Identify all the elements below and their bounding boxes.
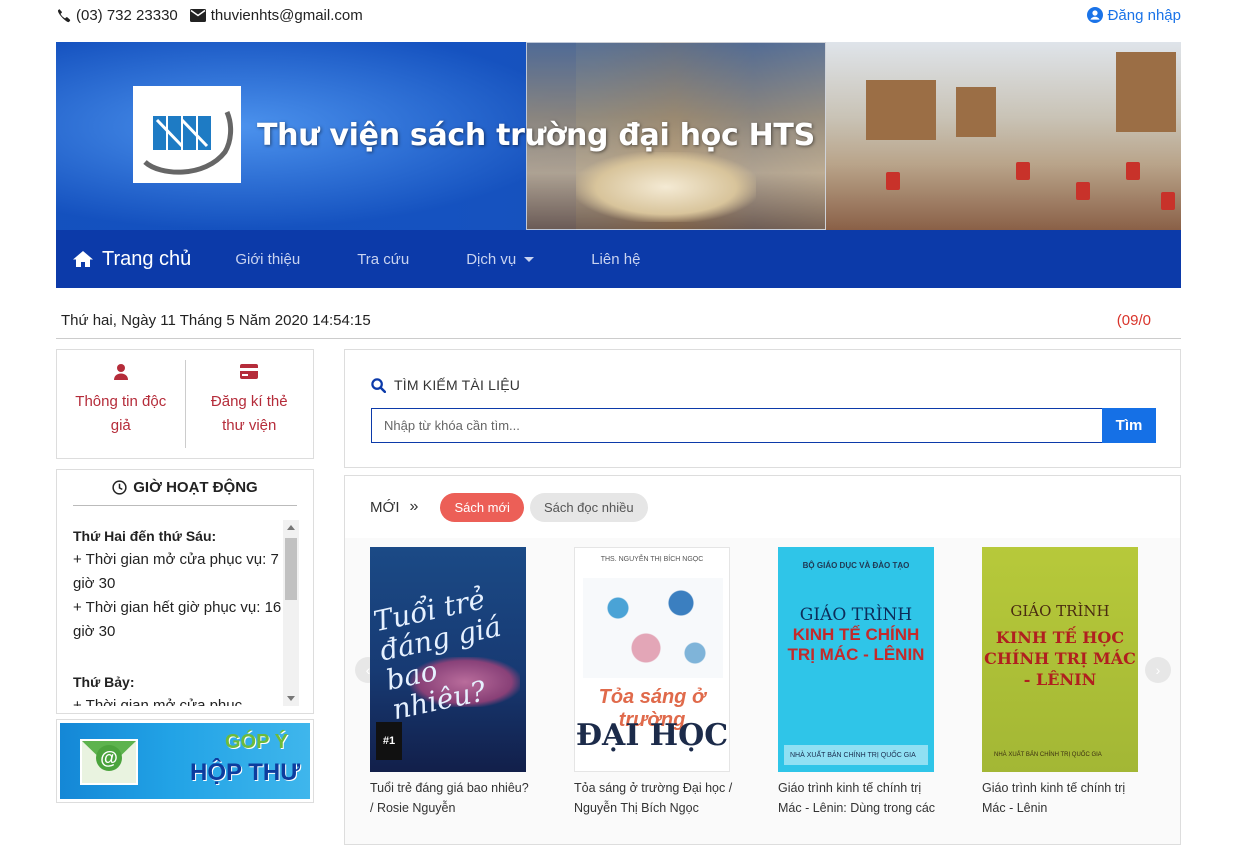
book-cover[interactable]: GIÁO TRÌNH KINH TẾ HỌC CHÍNH TRỊ MÁC - L… — [982, 547, 1138, 772]
date-bar: Thứ hai, Ngày 11 Tháng 5 Năm 2020 14:54:… — [56, 306, 1181, 339]
search-icon — [371, 377, 386, 393]
nav-home-label: Trang chủ — [102, 247, 192, 270]
bestseller-badge: #1 — [376, 722, 402, 760]
library-logo — [133, 86, 241, 183]
search-input[interactable]: Nhập từ khóa cần tìm... — [371, 408, 1102, 443]
double-chevron-right-icon: » — [409, 498, 419, 515]
opening-hours-content: Thứ Hai đến thứ Sáu: + Thời gian mở cửa … — [73, 520, 283, 706]
scroll-down-icon[interactable] — [287, 696, 295, 701]
main-navbar: Trang chủ Giới thiệu Tra cứu Dịch vụ Liê… — [56, 230, 1181, 288]
banner-title: Thư viện sách trường đại học HTS — [257, 118, 815, 153]
scroll-up-icon[interactable] — [287, 525, 295, 530]
weekday-close-time: + Thời gian hết giờ phục vụ: 16 giờ 30 — [73, 599, 282, 640]
cover-title: ĐẠI HỌC — [575, 718, 729, 753]
search-heading: TÌM KIẾM TÀI LIỆU — [371, 377, 520, 393]
at-sign-icon: @ — [96, 745, 122, 771]
user-circle-icon — [1086, 7, 1103, 23]
login-link[interactable]: Đăng nhập — [1086, 6, 1181, 24]
banner-open-book — [576, 152, 756, 222]
chevron-down-icon — [524, 256, 535, 262]
opening-hours-header: GIỜ HOẠT ĐỘNG — [73, 470, 297, 506]
clock-icon — [112, 480, 127, 495]
weekday-open-time: + Thời gian mở cửa phục vụ: 7 giờ 30 — [73, 551, 279, 592]
cover-title: KINH TẾ HỌC CHÍNH TRỊ MÁC - LÊNIN — [984, 628, 1136, 689]
new-books-section: MỚI » Sách mới Sách đọc nhiều ‹ › Tuổi t… — [344, 475, 1181, 845]
news-ticker[interactable]: (09/0 — [1117, 312, 1151, 329]
register-card-label: Đăng kí thẻ thư viện — [210, 393, 288, 434]
book-card[interactable]: GIÁO TRÌNH KINH TẾ HỌC CHÍNH TRỊ MÁC - L… — [982, 547, 1147, 818]
chevron-right-icon: › — [1155, 662, 1161, 678]
opening-hours-scrollbar[interactable] — [283, 520, 299, 706]
cover-subtitle: GIÁO TRÌNH — [799, 605, 913, 625]
phone-icon — [57, 8, 71, 22]
phone-contact: (03) 732 23330 — [56, 7, 178, 24]
nav-item-tra-cuu[interactable]: Tra cứu — [357, 251, 409, 268]
reader-info-link[interactable]: Thông tin độc giả — [57, 350, 185, 458]
feedback-banner-image: @ GÓP Ý HỘP THƯ — [60, 723, 310, 799]
nav-item-gioi-thieu[interactable]: Giới thiệu — [235, 251, 300, 268]
book-card[interactable]: THS. NGUYỄN THỊ BÍCH NGỌC Tỏa sáng ở trư… — [574, 547, 739, 818]
library-logo-icon — [143, 110, 234, 175]
carousel-next-button[interactable]: › — [1145, 657, 1171, 683]
feedback-line2: HỘP THƯ — [190, 759, 301, 786]
email-contact: thuvienhts@gmail.com — [189, 6, 363, 24]
quick-links-panel: Thông tin độc giả Đăng kí thẻ thư viện — [56, 349, 314, 459]
book-caption[interactable]: Tỏa sáng ở trường Đại học / Nguyễn Thị B… — [574, 778, 739, 818]
register-card-link[interactable]: Đăng kí thẻ thư viện — [186, 350, 314, 458]
cover-publisher: NHÀ XUẤT BẢN CHÍNH TRỊ QUỐC GIA — [994, 752, 1102, 758]
book-cover[interactable]: Tuổi trẻ đáng giá bao nhiêu? #1 — [370, 547, 526, 772]
nav-item-label: Tra cứu — [357, 250, 410, 268]
header-banner: Thư viện sách trường đại học HTS — [56, 42, 1181, 230]
cover-title: KINH TẾ CHÍNH TRỊ MÁC - LÊNIN — [787, 625, 925, 664]
current-datetime: Thứ hai, Ngày 11 Tháng 5 Năm 2020 14:54:… — [61, 311, 371, 329]
cover-publisher-top: BỘ GIÁO DỤC VÀ ĐÀO TẠO — [802, 561, 910, 570]
book-caption[interactable]: Tuổi trẻ đáng giá bao nhiêu? / Rosie Ngu… — [370, 778, 535, 818]
nav-item-label: Giới thiệu — [235, 250, 301, 268]
login-label: Đăng nhập — [1107, 6, 1181, 24]
cover-author: THS. NGUYỄN THỊ BÍCH NGỌC — [600, 556, 704, 563]
envelope-icon — [189, 8, 206, 22]
book-cover[interactable]: BỘ GIÁO DỤC VÀ ĐÀO TẠO GIÁO TRÌNH KINH T… — [778, 547, 934, 772]
book-card[interactable]: BỘ GIÁO DỤC VÀ ĐÀO TẠO GIÁO TRÌNH KINH T… — [778, 547, 943, 818]
book-cover[interactable]: THS. NGUYỄN THỊ BÍCH NGỌC Tỏa sáng ở trư… — [574, 547, 730, 772]
phone-number: (03) 732 23330 — [76, 6, 178, 24]
top-contact-bar: (03) 732 23330 thuvienhts@gmail.com Đăng… — [56, 4, 1181, 26]
search-panel: TÌM KIẾM TÀI LIỆU Nhập từ khóa cần tìm..… — [344, 349, 1181, 468]
book-caption[interactable]: Giáo trình kinh tế chính trị Mác - Lênin — [982, 778, 1147, 818]
email-address: thuvienhts@gmail.com — [210, 6, 363, 24]
section-title-label: MỚI — [370, 498, 400, 516]
user-icon — [113, 364, 128, 380]
cover-publisher: NHÀ XUẤT BẢN CHÍNH TRỊ QUỐC GIA — [784, 745, 928, 765]
opening-hours-title: GIỜ HOẠT ĐỘNG — [133, 479, 258, 496]
contact-info: (03) 732 23330 thuvienhts@gmail.com — [56, 7, 363, 24]
new-books-header: MỚI » Sách mới Sách đọc nhiều — [345, 476, 1180, 538]
banner-library-photo — [826, 42, 1181, 230]
weekday-title: Thứ Hai đến thứ Sáu: — [73, 528, 217, 544]
cover-subtitle: GIÁO TRÌNH — [1010, 602, 1110, 620]
nav-item-dich-vu[interactable]: Dịch vụ — [466, 250, 535, 268]
nav-item-lien-he[interactable]: Liên hệ — [591, 251, 640, 268]
saturday-title: Thứ Bảy: — [73, 674, 135, 690]
credit-card-icon — [240, 364, 259, 379]
feedback-mailbox-banner[interactable]: @ GÓP Ý HỘP THƯ — [56, 719, 314, 803]
nav-item-label: Liên hệ — [591, 250, 641, 268]
feedback-line1: GÓP Ý — [225, 731, 288, 753]
cover-art — [583, 578, 723, 678]
scrollbar-thumb[interactable] — [285, 538, 297, 600]
nav-home[interactable]: Trang chủ — [72, 248, 191, 271]
search-button[interactable]: Tìm — [1102, 408, 1156, 443]
book-card[interactable]: Tuổi trẻ đáng giá bao nhiêu? #1 Tuổi trẻ… — [370, 547, 535, 818]
home-icon — [73, 251, 93, 267]
opening-hours-panel: GIỜ HOẠT ĐỘNG Thứ Hai đến thứ Sáu: + Thờ… — [56, 469, 314, 714]
nav-item-label: Dịch vụ — [466, 250, 517, 268]
saturday-open-time: + Thời gian mở cửa phục — [73, 697, 243, 706]
section-title: MỚI » — [370, 498, 418, 516]
search-heading-label: TÌM KIẾM TÀI LIỆU — [394, 377, 521, 393]
tab-new-books[interactable]: Sách mới — [440, 492, 524, 522]
book-caption[interactable]: Giáo trình kinh tế chính trị Mác - Lênin… — [778, 778, 943, 818]
tab-most-read[interactable]: Sách đọc nhiều — [529, 492, 648, 522]
reader-info-label: Thông tin độc giả — [75, 393, 167, 434]
